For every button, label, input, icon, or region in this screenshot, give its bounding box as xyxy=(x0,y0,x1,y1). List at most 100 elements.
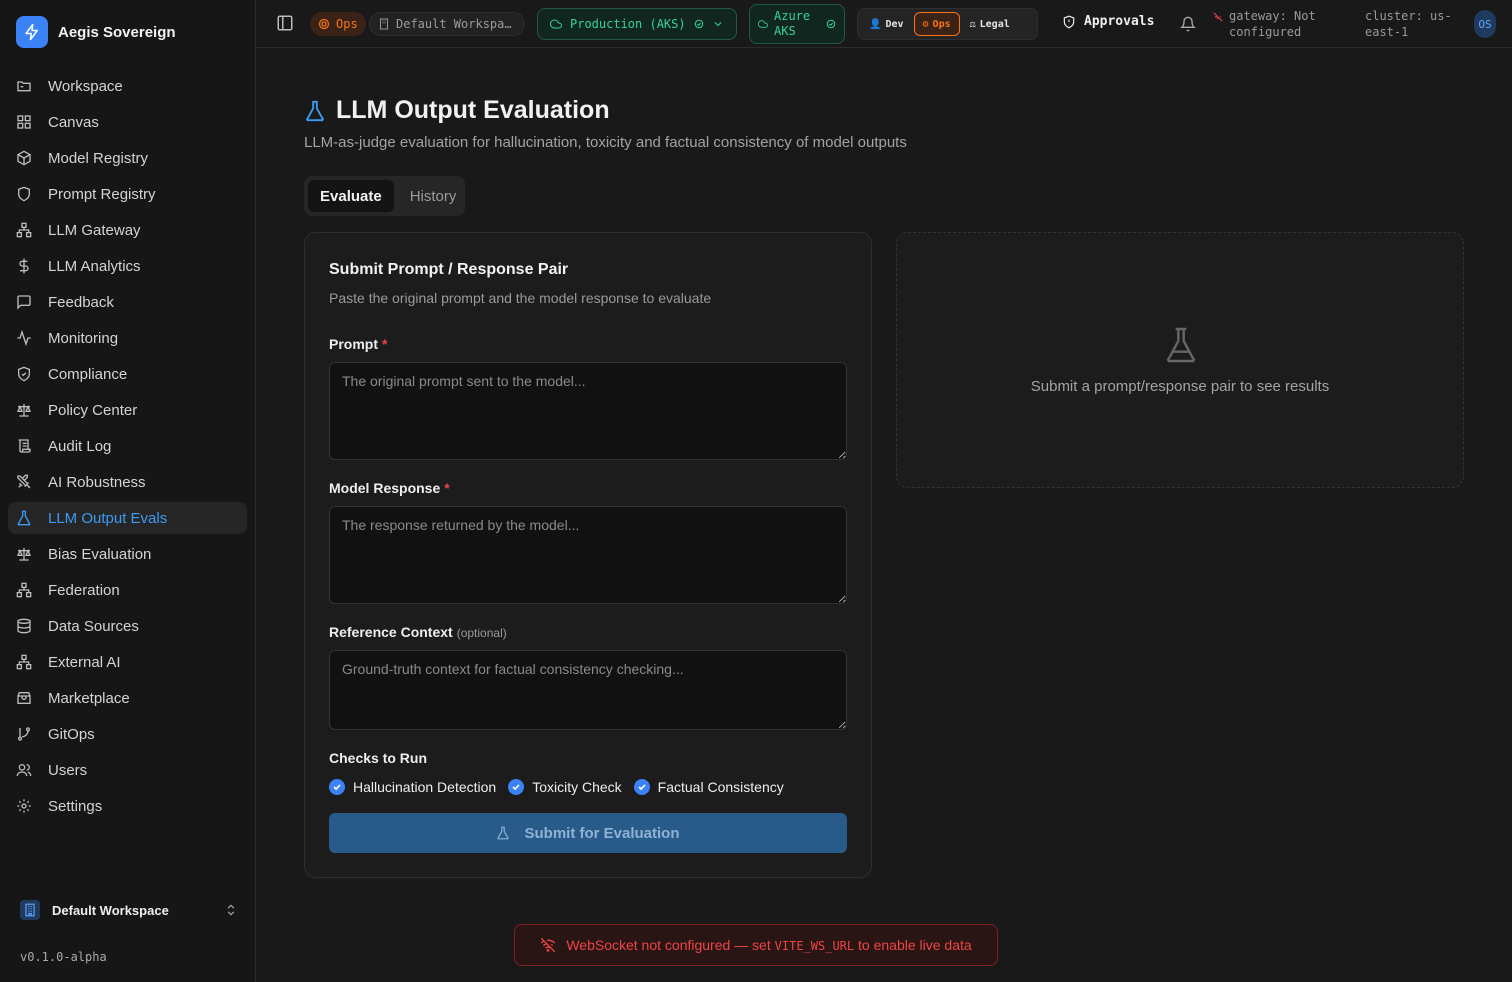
sidebar-item-label: Compliance xyxy=(48,365,128,383)
reference-context-label: Reference Context (optional) xyxy=(329,624,507,640)
optional-tag: (optional) xyxy=(456,626,507,640)
sidebar-item-settings[interactable]: Settings xyxy=(8,790,247,822)
prompt-input[interactable] xyxy=(329,362,847,460)
submit-evaluation-button[interactable]: Submit for Evaluation xyxy=(329,813,847,853)
environment-selector[interactable]: Production (AKS) xyxy=(537,8,737,40)
model-response-label: Model Response * xyxy=(329,480,450,496)
ops-badge-label: Ops xyxy=(336,17,358,31)
sidebar-item-audit-log[interactable]: Audit Log xyxy=(8,430,247,462)
sidebar-item-workspace[interactable]: Workspace xyxy=(8,70,247,102)
gear-icon xyxy=(318,18,330,30)
sidebar-item-label: Canvas xyxy=(48,113,99,131)
sidebar-item-canvas[interactable]: Canvas xyxy=(8,106,247,138)
check-icon xyxy=(508,779,525,795)
reference-context-label-text: Reference Context xyxy=(329,624,453,640)
wifi-off-icon xyxy=(540,937,556,953)
model-response-input[interactable] xyxy=(329,506,847,604)
workspace-selector[interactable]: Default Workspa… xyxy=(369,12,525,36)
network-icon xyxy=(16,654,32,670)
sidebar-nav: Workspace Canvas Model Registry Prompt R… xyxy=(8,70,247,826)
chevron-down-icon xyxy=(712,18,724,30)
chevrons-up-down-icon xyxy=(224,903,238,917)
sidebar-item-llm-gateway[interactable]: LLM Gateway xyxy=(8,214,247,246)
sidebar-item-label: LLM Analytics xyxy=(48,257,141,275)
flask-icon xyxy=(496,825,510,841)
sidebar-item-gitops[interactable]: GitOps xyxy=(8,718,247,750)
sidebar-item-feedback[interactable]: Feedback xyxy=(8,286,247,318)
persona-legal[interactable]: ⚖ Legal xyxy=(962,12,1018,36)
flask-icon xyxy=(1165,325,1197,365)
cloud-provider-badge[interactable]: Azure AKS xyxy=(749,4,845,44)
sidebar-item-bias-evaluation[interactable]: Bias Evaluation xyxy=(8,538,247,570)
sidebar-item-monitoring[interactable]: Monitoring xyxy=(8,322,247,354)
persona-label: Dev xyxy=(885,18,904,30)
avatar[interactable]: OS xyxy=(1474,10,1496,38)
sidebar-item-external-ai[interactable]: External AI xyxy=(8,646,247,678)
sidebar-item-label: LLM Gateway xyxy=(48,221,141,239)
top-bar: Ops Default Workspa… Production (AKS) Az… xyxy=(256,0,1512,48)
cloud-icon xyxy=(758,19,768,29)
toast-text-after: to enable live data xyxy=(858,937,972,953)
sidebar-item-label: Feedback xyxy=(48,293,114,311)
check-factual-consistency[interactable]: Factual Consistency xyxy=(633,779,784,795)
sidebar-item-marketplace[interactable]: Marketplace xyxy=(8,682,247,714)
brand-name: Aegis Sovereign xyxy=(58,23,176,41)
sidebar-item-prompt-registry[interactable]: Prompt Registry xyxy=(8,178,247,210)
sidebar-item-ai-robustness[interactable]: AI Robustness xyxy=(8,466,247,498)
check-icon xyxy=(329,779,345,795)
persona-dev[interactable]: 👤 Dev xyxy=(861,12,912,36)
sidebar-item-label: Monitoring xyxy=(48,329,119,347)
approvals-button[interactable]: Approvals xyxy=(1062,14,1154,29)
shield-icon xyxy=(16,186,32,202)
sidebar-toggle-icon[interactable] xyxy=(276,14,294,32)
sidebar-item-policy-center[interactable]: Policy Center xyxy=(8,394,247,426)
scale-icon xyxy=(16,402,32,418)
flask-icon xyxy=(304,99,326,123)
reference-context-input[interactable] xyxy=(329,650,847,730)
toast-code: VITE_WS_URL xyxy=(774,939,855,953)
check-toxicity[interactable]: Toxicity Check xyxy=(508,779,622,795)
tab-evaluate[interactable]: Evaluate xyxy=(308,180,394,212)
check-label: Toxicity Check xyxy=(532,779,622,795)
persona-label: Ops xyxy=(932,18,951,30)
sidebar-item-label: External AI xyxy=(48,653,121,671)
ops-badge[interactable]: Ops xyxy=(310,12,366,36)
brand[interactable]: Aegis Sovereign xyxy=(16,16,176,48)
git-branch-icon xyxy=(16,726,32,742)
sidebar-item-label: Federation xyxy=(48,581,120,599)
sidebar-item-federation[interactable]: Federation xyxy=(8,574,247,606)
required-mark: * xyxy=(382,336,388,352)
sidebar-item-label: Workspace xyxy=(48,77,123,95)
sidebar-item-compliance[interactable]: Compliance xyxy=(8,358,247,390)
workspace-switcher-label: Default Workspace xyxy=(52,902,169,918)
required-mark: * xyxy=(444,480,450,496)
page-title-text: LLM Output Evaluation xyxy=(336,96,610,124)
sidebar-item-label: LLM Output Evals xyxy=(48,509,168,527)
cluster-status-line1: cluster: us- xyxy=(1365,9,1452,23)
toast-text-before: WebSocket not configured — set xyxy=(566,937,771,953)
cloud-provider-line2: AKS xyxy=(774,24,796,38)
page-subtitle: LLM-as-judge evaluation for hallucinatio… xyxy=(304,134,907,151)
flask-icon xyxy=(16,510,32,526)
sidebar-item-label: Audit Log xyxy=(48,437,112,455)
sidebar-item-label: Policy Center xyxy=(48,401,138,419)
gateway-status: gateway: Not configured xyxy=(1213,8,1316,40)
check-hallucination[interactable]: Hallucination Detection xyxy=(329,779,496,795)
building-icon xyxy=(20,900,40,920)
swords-icon xyxy=(16,474,32,490)
grid-icon xyxy=(16,114,32,130)
check-circle-icon xyxy=(694,19,704,29)
bolt-icon xyxy=(16,16,48,48)
sidebar-item-users[interactable]: Users xyxy=(8,754,247,786)
sidebar-item-llm-analytics[interactable]: LLM Analytics xyxy=(8,250,247,282)
folder-icon xyxy=(16,78,32,94)
tab-history[interactable]: History xyxy=(398,180,469,212)
persona-ops[interactable]: ⚙ Ops xyxy=(913,12,960,36)
sidebar-item-data-sources[interactable]: Data Sources xyxy=(8,610,247,642)
workspace-switcher[interactable]: Default Workspace xyxy=(20,898,238,922)
sidebar-item-label: Model Registry xyxy=(48,149,149,167)
sidebar-item-llm-output-evals[interactable]: LLM Output Evals xyxy=(8,502,247,534)
sidebar-item-model-registry[interactable]: Model Registry xyxy=(8,142,247,174)
bell-icon[interactable] xyxy=(1180,16,1196,32)
activity-icon xyxy=(16,330,32,346)
